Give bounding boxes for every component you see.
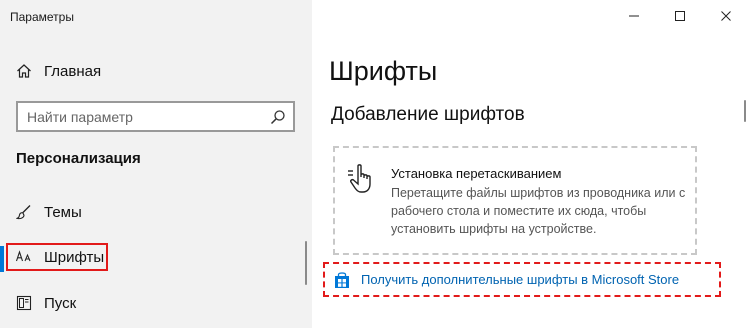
sidebar-item-themes[interactable]: Темы <box>0 197 300 227</box>
drop-zone-title: Установка перетаскиванием <box>391 166 562 181</box>
section-title: Добавление шрифтов <box>331 104 525 125</box>
search-placeholder: Найти параметр <box>27 108 133 125</box>
main-scrollbar[interactable] <box>744 100 746 122</box>
maximize-button[interactable] <box>657 0 703 32</box>
window-controls <box>611 0 749 32</box>
main-content: Шрифты Добавление шрифтов Установка пере… <box>312 0 749 328</box>
sidebar-scrollbar[interactable] <box>305 241 307 285</box>
section-header: Персонализация <box>16 150 141 167</box>
minimize-button[interactable] <box>611 0 657 32</box>
store-icon <box>333 271 351 289</box>
minimize-icon <box>629 15 639 17</box>
sidebar-item-start[interactable]: Пуск <box>0 288 300 318</box>
close-icon <box>721 11 731 21</box>
sidebar-item-home[interactable]: Главная <box>0 56 300 86</box>
sidebar-item-label: Пуск <box>44 294 77 312</box>
sidebar: Параметры Главная Найти параметр Персона… <box>0 0 312 328</box>
sidebar-item-label: Главная <box>44 62 102 80</box>
microsoft-store-link[interactable]: Получить дополнительные шрифты в Microso… <box>323 262 721 297</box>
search-icon[interactable] <box>263 109 293 125</box>
fonts-highlight-box <box>6 243 108 271</box>
home-icon <box>14 63 34 79</box>
drop-zone-description: Перетащите файлы шрифтов из проводника и… <box>391 186 686 236</box>
page-title: Шрифты <box>329 56 438 86</box>
close-button[interactable] <box>703 0 749 32</box>
search-input[interactable]: Найти параметр <box>16 101 295 132</box>
font-drop-zone[interactable]: Установка перетаскиванием Перетащите фай… <box>333 146 697 255</box>
brush-icon <box>14 204 34 220</box>
start-icon <box>14 295 34 311</box>
sidebar-item-label: Темы <box>44 203 82 221</box>
store-link-text: Получить дополнительные шрифты в Microso… <box>361 272 680 287</box>
drag-hand-icon <box>347 162 381 201</box>
maximize-icon <box>675 11 685 21</box>
window-title: Параметры <box>10 10 74 24</box>
